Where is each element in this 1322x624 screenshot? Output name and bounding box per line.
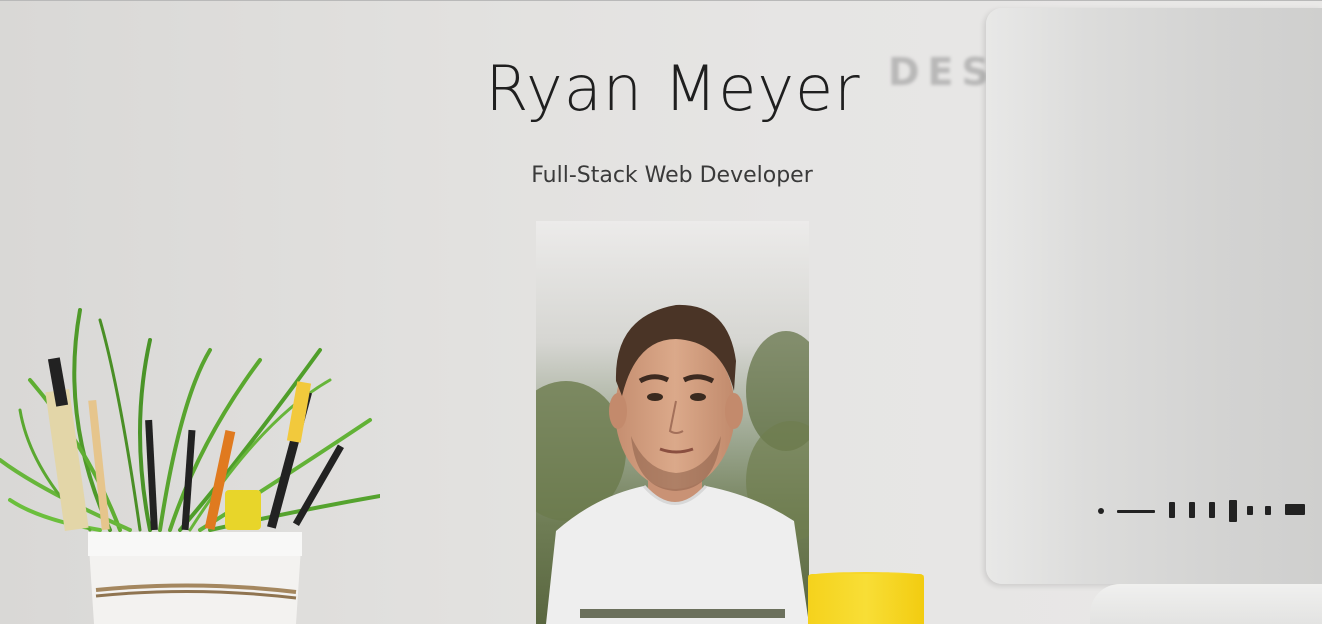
top-border bbox=[0, 0, 1322, 1]
monitor-stand bbox=[1090, 584, 1322, 624]
hero-subtitle: Full-Stack Web Developer bbox=[531, 163, 813, 188]
monitor-ports bbox=[1095, 492, 1315, 522]
hero-name: Ryan Meyer bbox=[485, 52, 861, 125]
portrait-photo bbox=[536, 221, 809, 624]
plant-pencil-pot-image bbox=[0, 300, 382, 624]
yellow-mug-image bbox=[808, 574, 924, 624]
